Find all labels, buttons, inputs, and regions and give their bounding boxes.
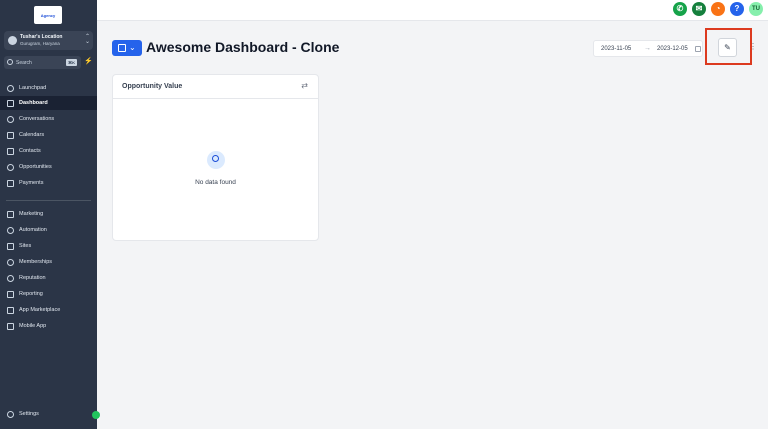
date-start: 2023-11-05 bbox=[601, 45, 632, 52]
sidebar-item-launchpad[interactable]: Launchpad bbox=[0, 81, 97, 95]
sidebar-item-label: Mobile App bbox=[19, 323, 47, 329]
calendar-icon bbox=[695, 46, 701, 52]
magnifier-icon bbox=[212, 155, 219, 162]
grid-icon bbox=[7, 306, 14, 314]
search-icon bbox=[7, 59, 13, 65]
sidebar-item-dashboard[interactable]: Dashboard bbox=[0, 96, 97, 110]
rocket-icon bbox=[7, 84, 14, 92]
sidebar-item-label: Automation bbox=[19, 227, 47, 233]
sidebar-item-label: Dashboard bbox=[19, 100, 48, 106]
sidebar-item-label: Launchpad bbox=[19, 85, 47, 91]
sidebar-item-automation[interactable]: Automation bbox=[0, 223, 97, 237]
edit-dashboard-button[interactable]: ✎ bbox=[718, 38, 737, 57]
sidebar-item-label: Payments bbox=[19, 180, 44, 186]
logo-text: Agency bbox=[40, 12, 56, 18]
date-range-picker[interactable]: 2023-11-05 → 2023-12-05 bbox=[593, 40, 703, 57]
calendar-icon bbox=[7, 131, 14, 139]
sidebar: Agency Tushar's Location Gurugram, Harya… bbox=[0, 0, 97, 429]
automation-icon bbox=[7, 226, 14, 234]
sidebar-item-label: Contacts bbox=[19, 148, 41, 154]
phone-icon[interactable]: ✆ bbox=[673, 2, 687, 16]
user-avatar-icon[interactable]: TU bbox=[749, 2, 763, 16]
top-bar: ✆ ✉ ◔ ? TU bbox=[97, 0, 768, 21]
location-switcher[interactable]: Tushar's Location Gurugram, Haryana ⌃ ⌄ bbox=[4, 31, 93, 50]
search-shortcut: ⌘K bbox=[66, 59, 77, 66]
search-input[interactable]: Search ⌘K bbox=[4, 56, 81, 69]
opportunities-icon bbox=[7, 163, 14, 171]
search-placeholder: Search bbox=[16, 59, 32, 66]
sidebar-item-reputation[interactable]: Reputation bbox=[0, 271, 97, 285]
sidebar-item-payments[interactable]: Payments bbox=[0, 176, 97, 190]
date-end: 2023-12-05 bbox=[657, 45, 688, 52]
send-icon bbox=[7, 210, 14, 218]
sidebar-item-sites[interactable]: Sites bbox=[0, 239, 97, 253]
chart-icon bbox=[7, 290, 14, 298]
location-avatar-icon bbox=[8, 36, 17, 45]
sidebar-item-settings[interactable]: Settings bbox=[0, 407, 97, 421]
contacts-icon bbox=[7, 147, 14, 155]
sidebar-item-label: Reporting bbox=[19, 291, 43, 297]
megaphone-icon[interactable]: ✉ bbox=[692, 2, 706, 16]
sidebar-item-label: Calendars bbox=[19, 132, 45, 138]
sidebar-item-label: Reputation bbox=[19, 275, 46, 281]
chevron-down-icon: ⌄ bbox=[129, 43, 136, 52]
sites-icon bbox=[7, 242, 14, 250]
sidebar-item-opportunities[interactable]: Opportunities bbox=[0, 160, 97, 174]
sidebar-item-conversations[interactable]: Conversations bbox=[0, 112, 97, 126]
gear-icon bbox=[7, 410, 14, 418]
sidebar-item-label: Conversations bbox=[19, 116, 55, 122]
widget-header: Opportunity Value ⇄ bbox=[113, 75, 318, 99]
sidebar-item-label: Marketing bbox=[19, 211, 44, 217]
location-subtitle: Gurugram, Haryana bbox=[20, 41, 60, 46]
sidebar-item-contacts[interactable]: Contacts bbox=[0, 144, 97, 158]
sidebar-item-memberships[interactable]: Memberships bbox=[0, 255, 97, 269]
location-name: Tushar's Location bbox=[20, 34, 63, 40]
memberships-icon bbox=[7, 258, 14, 266]
sidebar-item-app-marketplace[interactable]: App Marketplace bbox=[0, 303, 97, 317]
sidebar-item-label: Sites bbox=[19, 243, 32, 249]
sidebar-item-mobile-app[interactable]: Mobile App bbox=[0, 319, 97, 333]
layout-icon bbox=[118, 44, 126, 52]
page-title: Awesome Dashboard - Clone bbox=[146, 39, 340, 55]
sidebar-item-label: Memberships bbox=[19, 259, 53, 265]
pencil-icon: ✎ bbox=[724, 43, 731, 52]
quick-action-icon[interactable]: ⚡ bbox=[84, 58, 93, 66]
sidebar-divider bbox=[6, 200, 91, 201]
star-icon bbox=[7, 274, 14, 282]
sidebar-item-marketing[interactable]: Marketing bbox=[0, 207, 97, 221]
swap-icon[interactable]: ⇄ bbox=[301, 81, 308, 90]
phone-icon bbox=[7, 322, 14, 330]
sidebar-item-label: Opportunities bbox=[19, 164, 52, 170]
sidebar-item-label: App Marketplace bbox=[19, 307, 61, 313]
widget-title: Opportunity Value bbox=[122, 83, 183, 90]
arrow-right-icon: → bbox=[644, 44, 651, 52]
chat-icon bbox=[7, 115, 14, 123]
opportunity-value-widget: Opportunity Value ⇄ No data found bbox=[112, 74, 319, 241]
sidebar-item-calendars[interactable]: Calendars bbox=[0, 128, 97, 142]
payments-icon bbox=[7, 179, 14, 187]
sidebar-item-reporting[interactable]: Reporting bbox=[0, 287, 97, 301]
dashboard-icon bbox=[7, 99, 14, 107]
help-icon[interactable]: ? bbox=[730, 2, 744, 16]
more-options-icon[interactable]: ⋮ bbox=[749, 40, 757, 54]
chevron-updown-icon: ⌃ ⌄ bbox=[84, 34, 90, 45]
collapse-sidebar-button[interactable] bbox=[92, 411, 100, 419]
sidebar-item-label: Settings bbox=[19, 411, 39, 417]
agency-logo[interactable]: Agency bbox=[34, 6, 62, 24]
empty-state-text: No data found bbox=[195, 179, 236, 186]
dashboard-switcher-button[interactable]: ⌄ bbox=[112, 40, 142, 56]
bell-icon[interactable]: ◔ bbox=[711, 2, 725, 16]
empty-state-search-icon bbox=[207, 151, 225, 169]
